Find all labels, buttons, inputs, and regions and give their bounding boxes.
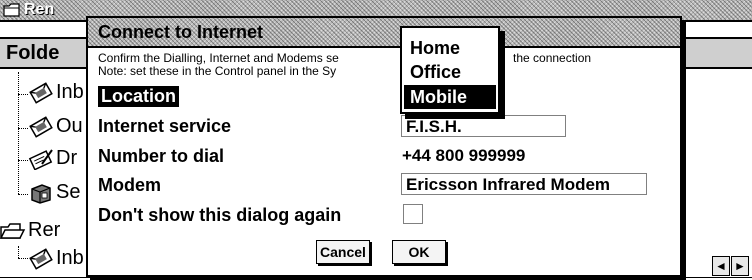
- envelope-icon: [28, 116, 54, 138]
- tree-item-label: Dr: [56, 147, 78, 169]
- dialog-title-bar[interactable]: Connect to Internet: [88, 18, 680, 48]
- location-dropdown-list: Home Office Mobile: [400, 26, 500, 114]
- dont-show-again-checkbox[interactable]: [403, 204, 423, 224]
- internet-service-field[interactable]: F.I.S.H.: [401, 115, 566, 137]
- tree-connector: [18, 258, 28, 259]
- tree-item-label: Ou: [56, 115, 83, 137]
- location-label[interactable]: Location: [98, 86, 179, 107]
- folder-icon: [0, 220, 26, 242]
- connect-dialog: Connect to Internet Confirm the Dialling…: [86, 16, 682, 277]
- envelope-icon: [28, 248, 54, 270]
- envelope-icon: [28, 82, 54, 104]
- tree-item-label: Se: [56, 181, 81, 203]
- number-to-dial-label: Number to dial: [98, 146, 225, 166]
- location-option-mobile[interactable]: Mobile: [404, 85, 496, 109]
- tree-connector: [18, 72, 19, 194]
- tree-connector: [18, 128, 28, 129]
- tree-connector: [18, 194, 28, 195]
- folder-icon: [3, 3, 21, 17]
- folder-header-label: Folde: [6, 42, 60, 64]
- internet-service-label: Internet service: [98, 116, 232, 136]
- dialog-note-line-1-tail: the connection: [513, 51, 592, 65]
- tree-folder-label: Rer: [28, 219, 61, 241]
- modem-label: Modem: [98, 175, 161, 195]
- dialog-title: Connect to Internet: [98, 22, 263, 42]
- dialog-note-line-1: Confirm the Dialling, Internet and Modem…: [98, 51, 339, 65]
- tree-connector: [18, 94, 28, 95]
- number-to-dial-value[interactable]: +44 800 999999: [402, 146, 525, 166]
- tree-connector: [18, 246, 19, 258]
- window-bottom-border: [0, 277, 752, 278]
- location-option-office[interactable]: Office: [404, 60, 496, 84]
- sent-box-icon: [28, 182, 54, 204]
- tree-connector: [18, 160, 28, 161]
- tree-item-label: Inb: [56, 247, 84, 269]
- dont-show-again-label: Don't show this dialog again: [98, 205, 342, 225]
- scroll-left-button[interactable]: ◄: [712, 256, 730, 276]
- tree-item-label: Inb: [56, 81, 84, 103]
- scroll-right-button[interactable]: ►: [731, 256, 749, 276]
- ok-button[interactable]: OK: [392, 240, 446, 264]
- dialog-note-line-2: Note: set these in the Control panel in …: [98, 64, 337, 78]
- cancel-button[interactable]: Cancel: [316, 240, 370, 264]
- modem-field[interactable]: Ericsson Infrared Modem: [401, 173, 647, 195]
- background-window-title: Ren: [24, 1, 55, 18]
- location-option-home[interactable]: Home: [404, 36, 496, 60]
- pen-paper-icon: [28, 148, 54, 171]
